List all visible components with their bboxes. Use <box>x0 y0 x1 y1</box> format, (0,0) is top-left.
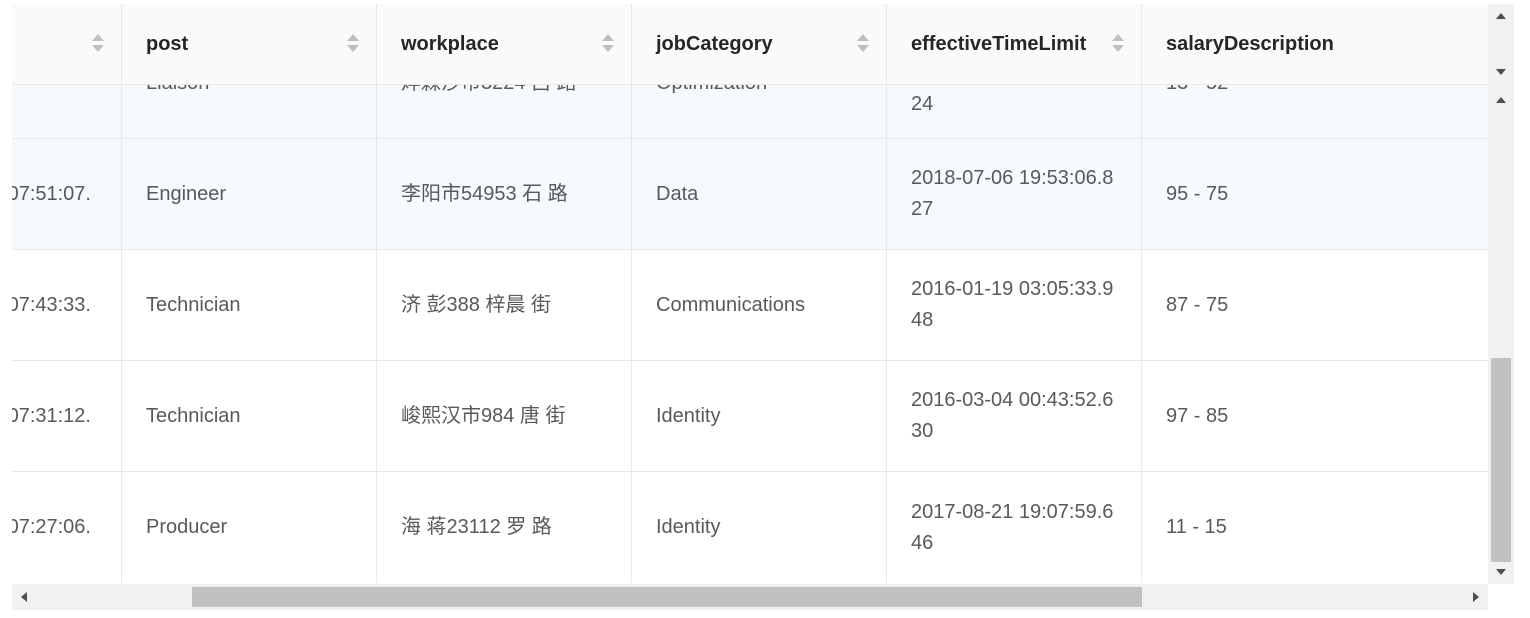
header-label: workplace <box>401 32 499 55</box>
arrow-down-icon[interactable] <box>1488 560 1514 584</box>
header-label: post <box>146 32 189 55</box>
cell-post: Liaison <box>122 84 377 138</box>
cell-time: 07:31:12. <box>12 361 122 471</box>
header-salarydescription[interactable]: salaryDescription <box>1142 4 1488 84</box>
cell-salary: 95 - 75 <box>1166 182 1229 205</box>
table-row[interactable]: Liaison 烨森沙市3224 吕 路 Optimization 24 13 … <box>12 84 1488 139</box>
data-table: post workplace jobCategory effectiveTime… <box>12 4 1488 584</box>
cell-effectivetimelimit: 24 <box>887 84 1142 138</box>
sort-caret-icon[interactable] <box>601 34 615 56</box>
sort-caret-icon[interactable] <box>346 34 360 56</box>
header-label: salaryDescription <box>1166 32 1334 55</box>
header-workplace[interactable]: workplace <box>377 4 632 84</box>
table-row[interactable]: 07:31:12. Technician 峻熙汉市984 唐 街 Identit… <box>12 361 1488 472</box>
sort-caret-icon[interactable] <box>1111 34 1125 56</box>
header-jobcategory[interactable]: jobCategory <box>632 4 887 84</box>
cell-workplace: 李阳市54953 石 路 <box>377 139 632 249</box>
cell-salary: 13 - 52 <box>1142 84 1488 138</box>
sort-caret-icon[interactable] <box>856 34 870 56</box>
cell-jobcategory: Data <box>632 139 887 249</box>
arrow-up-icon[interactable] <box>1488 4 1514 28</box>
cell-jobcategory: Communications <box>632 250 887 360</box>
cell-post: Technician <box>122 361 377 471</box>
arrow-up-icon[interactable] <box>1488 88 1514 112</box>
cell-time: 07:27:06. <box>12 472 122 583</box>
cell-workplace: 峻熙汉市984 唐 街 <box>377 361 632 471</box>
header-label: effectiveTimeLimit <box>911 32 1087 55</box>
cell-salary: 97 - 85 <box>1166 404 1229 427</box>
arrow-down-icon[interactable] <box>1488 60 1514 84</box>
sort-caret-icon[interactable] <box>91 34 105 56</box>
horizontal-scrollbar[interactable] <box>12 584 1488 610</box>
cell-workplace: 烨森沙市3224 吕 路 <box>377 84 632 138</box>
cell-salary: 11 - 15 <box>1166 516 1227 538</box>
table-body: Liaison 烨森沙市3224 吕 路 Optimization 24 13 … <box>12 84 1488 584</box>
cell-workplace: 海 蒋23112 罗 路 <box>377 472 632 583</box>
cell-effectivetimelimit: 2016-01-19 03:05:33.948 <box>887 250 1142 360</box>
table-row[interactable]: 07:27:06. Producer 海 蒋23112 罗 路 Identity… <box>12 472 1488 583</box>
horizontal-scroll-thumb[interactable] <box>192 587 1142 607</box>
header-post[interactable]: post <box>122 4 377 84</box>
table-row[interactable]: 07:43:33. Technician 济 彭388 梓晨 街 Communi… <box>12 250 1488 361</box>
cell-time: 07:43:33. <box>12 250 122 360</box>
cell-jobcategory: Identity <box>632 472 887 583</box>
cell-workplace: 济 彭388 梓晨 街 <box>377 250 632 360</box>
arrow-right-icon[interactable] <box>1464 584 1488 610</box>
cell-salary: 87 - 75 <box>1166 293 1229 316</box>
table-header: post workplace jobCategory effectiveTime… <box>12 4 1488 85</box>
cell-post: Engineer <box>122 139 377 249</box>
table-row[interactable]: 07:51:07. Engineer 李阳市54953 石 路 Data 201… <box>12 139 1488 250</box>
cell-effectivetimelimit: 2017-08-21 19:07:59.646 <box>887 472 1142 583</box>
vertical-scroll-thumb[interactable] <box>1491 358 1511 562</box>
header-time[interactable] <box>12 4 122 84</box>
cell-post: Producer <box>122 472 377 583</box>
cell-jobcategory: Optimization <box>632 84 887 138</box>
cell-post: Technician <box>122 250 377 360</box>
header-effectivetimelimit[interactable]: effectiveTimeLimit <box>887 4 1142 84</box>
cell-effectivetimelimit: 2018-07-06 19:53:06.827 <box>887 139 1142 249</box>
cell-time <box>12 84 122 138</box>
cell-time: 07:51:07. <box>12 139 122 249</box>
header-label: jobCategory <box>656 32 773 55</box>
vertical-scrollbar[interactable] <box>1488 4 1514 584</box>
arrow-left-icon[interactable] <box>12 584 36 610</box>
cell-jobcategory: Identity <box>632 361 887 471</box>
cell-effectivetimelimit: 2016-03-04 00:43:52.630 <box>887 361 1142 471</box>
